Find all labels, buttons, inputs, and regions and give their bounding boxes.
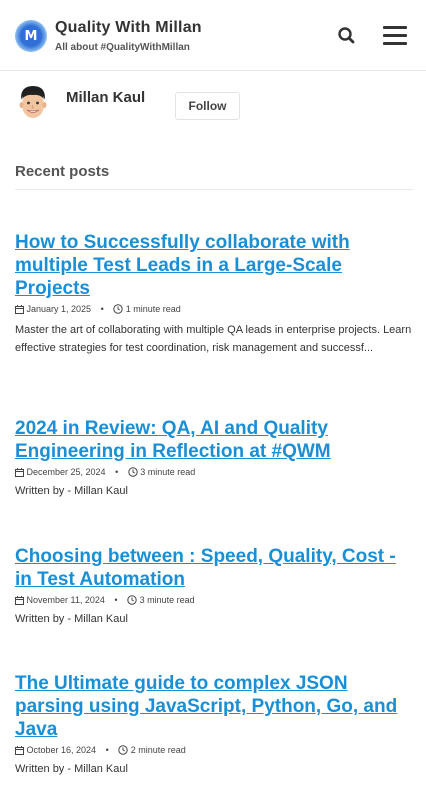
post-date: January 1, 2025	[26, 304, 92, 314]
section-divider	[15, 189, 413, 190]
post-read-time: 1 minute read	[125, 304, 181, 314]
post-meta: December 25, 2024 • 3 minute read	[15, 466, 415, 479]
site-header: M Quality With Millan All about #Quality…	[0, 0, 426, 71]
calendar-icon	[15, 595, 24, 605]
post-date: October 16, 2024	[26, 745, 97, 755]
follow-button[interactable]: Follow	[175, 92, 240, 120]
post-title-link[interactable]: The Ultimate guide to complex JSON parsi…	[15, 672, 415, 741]
clock-icon	[127, 595, 137, 605]
meta-separator: •	[105, 745, 109, 755]
clock-icon	[113, 304, 123, 314]
post-read-time: 3 minute read	[139, 595, 195, 605]
post-meta: November 11, 2024 • 3 minute read	[15, 594, 415, 607]
calendar-icon	[15, 745, 24, 755]
avatar	[15, 84, 51, 124]
clock-icon	[118, 745, 128, 755]
author-name[interactable]: Millan Kaul	[66, 89, 145, 106]
post-item: Choosing between : Speed, Quality, Cost …	[15, 545, 415, 625]
calendar-icon	[15, 304, 24, 314]
clock-icon	[128, 467, 138, 477]
post-title-link[interactable]: 2024 in Review: QA, AI and Quality Engin…	[15, 417, 415, 463]
logo-letter: M	[24, 28, 38, 44]
post-read-time: 3 minute read	[140, 467, 196, 477]
site-subtitle: All about #QualityWithMillan	[55, 42, 190, 53]
site-logo[interactable]: M	[15, 20, 47, 52]
post-item: How to Successfully collaborate with mul…	[15, 231, 415, 357]
calendar-icon	[15, 467, 24, 477]
post-byline: Written by - Millan Kaul	[15, 763, 128, 775]
search-icon[interactable]	[336, 25, 358, 47]
post-meta: January 1, 2025 • 1 minute read	[15, 303, 415, 316]
author-bar: Millan Kaul Follow	[0, 78, 426, 128]
post-title-link[interactable]: How to Successfully collaborate with mul…	[15, 231, 415, 300]
meta-separator: •	[100, 304, 104, 314]
post-item: 2024 in Review: QA, AI and Quality Engin…	[15, 417, 415, 497]
post-excerpt: Master the art of collaborating with mul…	[15, 324, 412, 354]
post-date: November 11, 2024	[26, 595, 105, 605]
post-item: The Ultimate guide to complex JSON parsi…	[15, 672, 415, 775]
section-title: Recent posts	[15, 163, 110, 180]
post-title-link[interactable]: Choosing between : Speed, Quality, Cost …	[15, 545, 415, 591]
post-meta: October 16, 2024 • 2 minute read	[15, 744, 415, 757]
post-read-time: 2 minute read	[130, 745, 186, 755]
post-byline: Written by - Millan Kaul	[15, 485, 128, 497]
site-title[interactable]: Quality With Millan	[55, 19, 202, 37]
meta-separator: •	[114, 595, 118, 605]
post-byline: Written by - Millan Kaul	[15, 613, 128, 625]
hamburger-menu-icon[interactable]	[383, 26, 407, 46]
meta-separator: •	[115, 467, 119, 477]
post-date: December 25, 2024	[26, 467, 106, 477]
